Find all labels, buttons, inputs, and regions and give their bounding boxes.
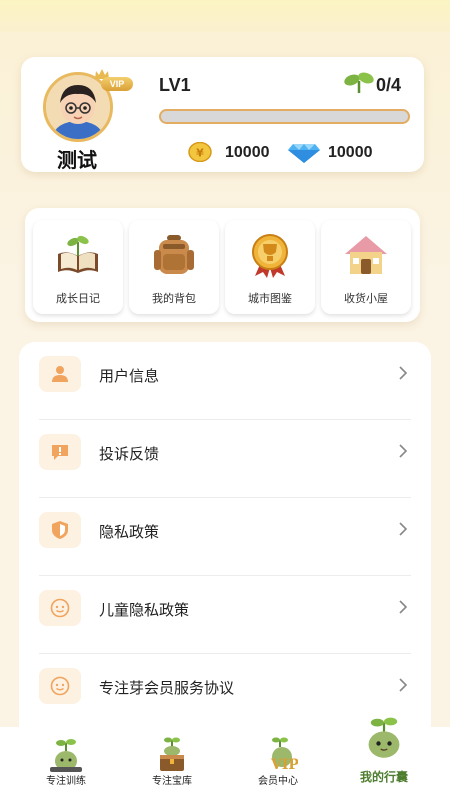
chevron-right-icon xyxy=(399,600,408,614)
menu-label: 隐私政策 xyxy=(99,523,160,541)
shield-icon xyxy=(52,521,68,539)
cabin-icon xyxy=(345,236,387,274)
user-icon xyxy=(52,366,68,382)
bottom-nav: 专注训练 专注宝库 VIP 会员中心 我的行囊 xyxy=(0,717,450,800)
nav-label: 会员中心 xyxy=(258,776,298,787)
menu-item-member-agreement[interactable]: 专注芽会员服务协议 xyxy=(39,654,411,732)
menu-icon-bg xyxy=(39,356,81,392)
chevron-right-icon xyxy=(399,678,408,692)
quick-item-city-guide[interactable]: 城市图鉴 xyxy=(225,220,315,314)
child-face-icon xyxy=(50,676,70,696)
chevron-right-icon xyxy=(399,366,408,380)
menu-label: 投诉反馈 xyxy=(99,445,160,463)
treasure-chest-icon xyxy=(160,737,184,771)
trophy-medal-icon xyxy=(252,234,288,278)
menu-icon-bg xyxy=(39,434,81,470)
quick-label: 收货小屋 xyxy=(344,292,388,305)
quick-label: 我的背包 xyxy=(152,292,196,305)
nav-member-center[interactable]: VIP 会员中心 xyxy=(228,727,328,800)
coin-balance: 10000 xyxy=(225,144,270,161)
quick-label: 城市图鉴 xyxy=(248,292,292,305)
level-progress-bar xyxy=(159,109,410,124)
level-label: LV1 xyxy=(159,75,191,95)
coin-icon: ¥ xyxy=(188,142,212,162)
menu-label: 儿童隐私政策 xyxy=(99,601,190,619)
quick-label: 成长日记 xyxy=(56,292,100,305)
status-bar xyxy=(0,0,450,32)
diamond-balance: 10000 xyxy=(328,144,373,161)
nav-label: 专注宝库 xyxy=(152,776,192,787)
sprout-mascot-icon xyxy=(50,739,82,772)
backpack-icon xyxy=(154,235,194,274)
nav-focus-treasury[interactable]: 专注宝库 xyxy=(122,727,222,800)
quick-item-growth-diary[interactable]: 成长日记 xyxy=(33,220,123,314)
progress-count: 0/4 xyxy=(376,75,402,95)
growth-diary-icon xyxy=(58,235,98,273)
nav-label: 专注训练 xyxy=(46,776,86,787)
sprout-mascot-active-icon xyxy=(368,717,400,758)
svg-text:VIP: VIP xyxy=(270,757,298,773)
menu-icon-bg xyxy=(39,512,81,548)
diamond-icon xyxy=(288,144,320,163)
sprout-icon xyxy=(344,72,374,93)
chevron-right-icon xyxy=(399,444,408,458)
menu-icon-bg xyxy=(39,590,81,626)
menu-icon-bg xyxy=(39,668,81,704)
quick-access-panel: 成长日记 我的背包 城市图鉴 收货小屋 xyxy=(25,208,420,322)
menu-item-feedback[interactable]: 投诉反馈 xyxy=(39,420,411,498)
child-face-icon xyxy=(50,598,70,618)
vip-badge: VIP xyxy=(101,77,133,91)
settings-menu: 用户信息 投诉反馈 隐私政策 儿童隐私政策 专注芽会员服务协议 xyxy=(19,342,431,742)
chevron-right-icon xyxy=(399,522,408,536)
vip-mascot-icon: VIP xyxy=(270,737,298,773)
menu-item-child-privacy[interactable]: 儿童隐私政策 xyxy=(39,576,411,654)
menu-item-privacy-policy[interactable]: 隐私政策 xyxy=(39,498,411,576)
svg-text:¥: ¥ xyxy=(196,147,204,160)
feedback-icon xyxy=(52,445,68,460)
nav-my-pack[interactable]: 我的行囊 xyxy=(334,717,434,800)
quick-item-backpack[interactable]: 我的背包 xyxy=(129,220,219,314)
nav-label: 我的行囊 xyxy=(359,770,408,784)
menu-label: 用户信息 xyxy=(99,367,160,385)
profile-card: VIP 测试 LV1 0/4 ¥ 10000 10000 xyxy=(21,57,424,172)
username: 测试 xyxy=(57,148,97,172)
quick-item-cabin[interactable]: 收货小屋 xyxy=(321,220,411,314)
menu-item-user-info[interactable]: 用户信息 xyxy=(39,342,411,420)
nav-focus-training[interactable]: 专注训练 xyxy=(16,727,116,800)
menu-label: 专注芽会员服务协议 xyxy=(99,679,235,697)
